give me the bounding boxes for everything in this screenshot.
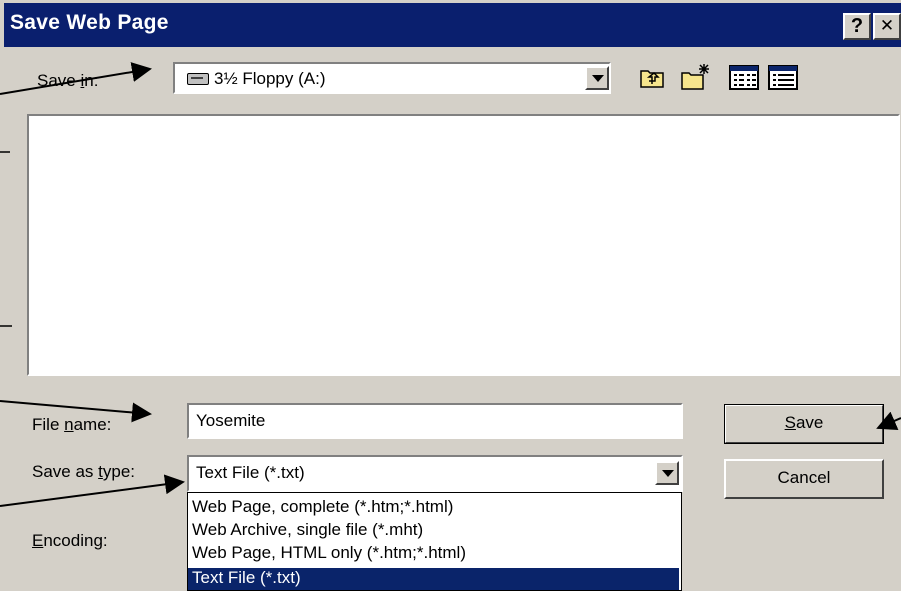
save-in-label: Save in: [37,71,99,90]
encoding-label: Encoding: [32,531,108,550]
file-name-input[interactable]: Yosemite [187,403,683,439]
list-view-icon [729,65,759,90]
save-as-type-value: Text File (*.txt) [196,463,305,482]
help-button[interactable]: ? [843,13,871,40]
list-item[interactable]: Web Page, HTML only (*.htm;*.html) [192,543,466,563]
list-item[interactable]: Web Archive, single file (*.mht) [192,520,423,540]
arrow-save-as-type [0,474,185,507]
save-as-type-dropdown[interactable]: Text File (*.txt) [187,455,683,492]
close-button[interactable]: ✕ [873,13,901,40]
list-view-button[interactable] [727,62,761,92]
up-one-level-button[interactable] [637,62,667,92]
save-as-type-options-list[interactable]: Web Page, complete (*.htm;*.html) Web Ar… [187,492,682,591]
create-new-folder-icon [681,64,709,90]
file-name-value: Yosemite [196,411,266,430]
up-one-level-icon [640,70,664,88]
file-list-area[interactable] [27,114,900,376]
details-view-button[interactable] [766,62,800,92]
create-new-folder-button[interactable] [679,62,709,92]
file-name-label: File name: [32,415,112,434]
cancel-button[interactable]: Cancel [724,459,884,499]
arrow-file-name [0,400,152,423]
floppy-drive-icon [187,73,209,85]
title-bar[interactable]: Save Web Page ? ✕ [4,3,901,47]
save-button[interactable]: Save [724,404,884,444]
details-view-icon [768,65,798,90]
dialog-title: Save Web Page [10,11,169,34]
save-in-dropdown-arrow-icon[interactable] [585,66,609,90]
save-in-value: 3½ Floppy (A:) [214,69,326,88]
save-as-type-label: Save as type: [32,462,136,481]
save-web-page-dialog: Save Web Page ? ✕ Save in: 3½ Floppy (A:… [0,0,901,591]
save-in-dropdown[interactable]: 3½ Floppy (A:) [173,62,611,94]
list-item[interactable]: Web Page, complete (*.htm;*.html) [192,497,453,517]
save-as-type-dropdown-arrow-icon[interactable] [655,461,679,485]
list-item-selected[interactable]: Text File (*.txt) [188,568,679,590]
